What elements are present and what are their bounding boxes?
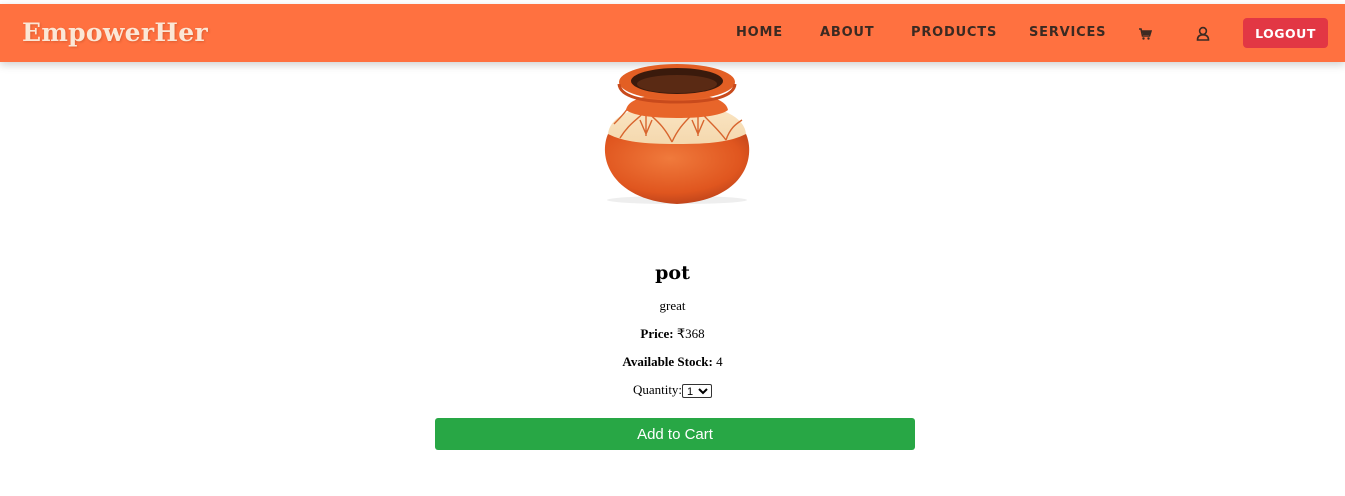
add-to-cart-button[interactable]: Add to Cart bbox=[435, 418, 915, 450]
product-name: pot bbox=[655, 262, 690, 284]
quantity-select[interactable]: 1 bbox=[682, 384, 713, 399]
quantity-row: Quantity: 1 bbox=[0, 382, 1345, 399]
cart-icon[interactable] bbox=[1138, 26, 1153, 40]
user-icon[interactable] bbox=[1196, 26, 1210, 41]
product-stock: Available Stock: 4 bbox=[0, 354, 1345, 370]
price-value: ₹368 bbox=[676, 326, 705, 341]
product-price: Price: ₹368 bbox=[0, 326, 1345, 342]
price-label: Price: bbox=[640, 326, 674, 341]
stock-label: Available Stock: bbox=[622, 354, 713, 369]
logout-button[interactable]: LOGOUT bbox=[1243, 18, 1328, 48]
product-image bbox=[580, 62, 775, 212]
product-description: great bbox=[659, 298, 686, 313]
brand-logo[interactable]: EmpowerHer bbox=[22, 18, 208, 47]
navbar: EmpowerHer HOME ABOUT PRODUCTS SERVICES … bbox=[0, 4, 1345, 62]
quantity-label: Quantity: bbox=[632, 382, 683, 397]
nav-about[interactable]: ABOUT bbox=[820, 25, 874, 40]
nav-home[interactable]: HOME bbox=[736, 25, 783, 40]
nav-services[interactable]: SERVICES bbox=[1029, 25, 1106, 40]
nav-products[interactable]: PRODUCTS bbox=[911, 25, 997, 40]
stock-value: 4 bbox=[716, 354, 723, 369]
